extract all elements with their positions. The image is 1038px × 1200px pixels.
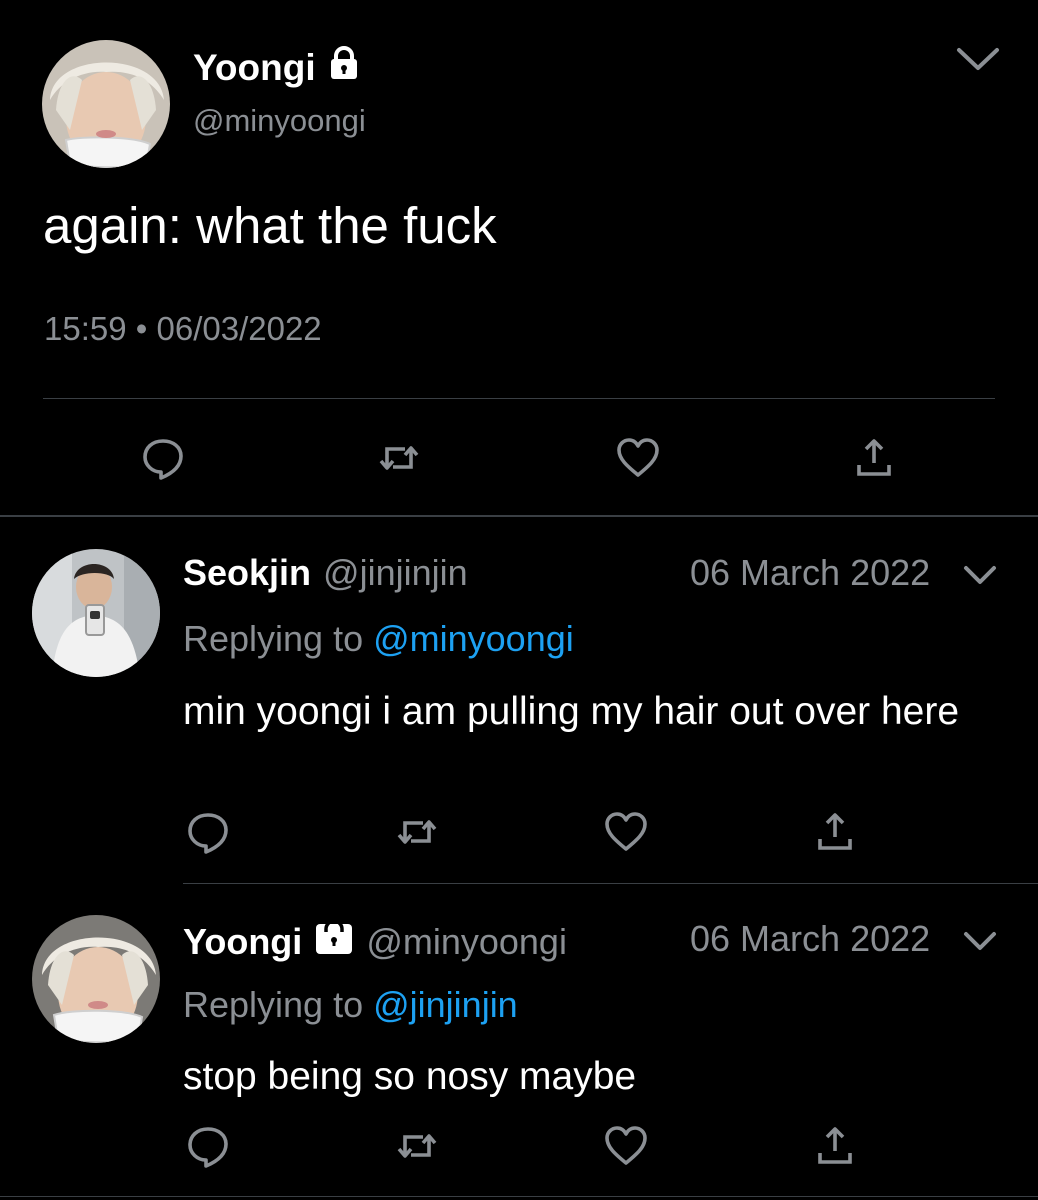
replying-to-prefix: Replying to bbox=[183, 618, 374, 659]
reply-date[interactable]: 06 March 2022 bbox=[690, 918, 930, 960]
reply-avatar[interactable] bbox=[32, 915, 160, 1043]
reply-button[interactable] bbox=[182, 806, 234, 858]
reply-avatar[interactable] bbox=[32, 549, 160, 677]
retweet-icon bbox=[379, 446, 419, 470]
meta-separator: • bbox=[135, 310, 148, 347]
retweet-icon bbox=[397, 1134, 437, 1158]
reply-author-name[interactable]: Yoongi bbox=[183, 921, 302, 963]
reply-icon bbox=[188, 813, 228, 854]
like-button[interactable] bbox=[600, 806, 652, 858]
reply-button[interactable] bbox=[182, 1120, 234, 1172]
retweet-button[interactable] bbox=[391, 806, 443, 858]
tweet-time: 15:59 bbox=[44, 310, 127, 347]
reply-button[interactable] bbox=[137, 432, 189, 484]
like-button[interactable] bbox=[600, 1120, 652, 1172]
share-icon bbox=[857, 439, 891, 476]
lock-icon bbox=[328, 46, 360, 89]
mention-link[interactable]: @jinjinjin bbox=[373, 984, 518, 1025]
mention-link[interactable]: @minyoongi bbox=[373, 618, 574, 659]
share-icon bbox=[818, 1127, 852, 1164]
like-icon bbox=[605, 812, 647, 851]
reply-icon bbox=[143, 439, 183, 480]
replying-to: Replying to @minyoongi bbox=[183, 618, 574, 660]
user-photo-icon bbox=[42, 40, 170, 168]
share-button[interactable] bbox=[809, 806, 861, 858]
lock-icon bbox=[314, 918, 354, 965]
share-button[interactable] bbox=[809, 1120, 861, 1172]
retweet-button[interactable] bbox=[391, 1120, 443, 1172]
like-icon bbox=[617, 438, 659, 477]
reply-author-name[interactable]: Seokjin bbox=[183, 552, 311, 594]
replying-to: Replying to @jinjinjin bbox=[183, 984, 518, 1026]
reply-text: stop being so nosy maybe bbox=[183, 1055, 637, 1098]
share-button[interactable] bbox=[848, 432, 900, 484]
reply-header: Seokjin @jinjinjin bbox=[183, 552, 468, 594]
reply-text: min yoongi i am pulling my hair out over… bbox=[183, 690, 960, 733]
reply-header: Yoongi @minyoongi bbox=[183, 918, 567, 965]
chevron-down-icon[interactable] bbox=[955, 40, 1001, 80]
divider bbox=[0, 1196, 1038, 1197]
main-author-handle[interactable]: @minyoongi bbox=[193, 103, 366, 139]
like-button[interactable] bbox=[612, 432, 664, 484]
tweet-timestamp[interactable]: 15:59 • 06/03/2022 bbox=[44, 310, 322, 348]
retweet-icon bbox=[397, 820, 437, 844]
divider bbox=[0, 515, 1038, 517]
reply-date[interactable]: 06 March 2022 bbox=[690, 552, 930, 594]
replying-to-prefix: Replying to bbox=[183, 984, 374, 1025]
divider bbox=[183, 883, 1038, 884]
chevron-down-icon[interactable] bbox=[962, 926, 998, 956]
like-icon bbox=[605, 1126, 647, 1165]
chevron-down-icon[interactable] bbox=[962, 560, 998, 590]
user-photo-icon bbox=[32, 915, 160, 1043]
share-icon bbox=[818, 813, 852, 850]
retweet-button[interactable] bbox=[373, 432, 425, 484]
reply-author-handle[interactable]: @jinjinjin bbox=[323, 552, 468, 594]
user-photo-icon bbox=[32, 549, 160, 677]
divider bbox=[43, 398, 995, 399]
tweet-date: 06/03/2022 bbox=[156, 310, 322, 347]
main-author-name[interactable]: Yoongi bbox=[193, 46, 360, 89]
reply-author-handle[interactable]: @minyoongi bbox=[366, 921, 567, 963]
tweet-text: again: what the fuck bbox=[43, 197, 497, 254]
main-avatar[interactable] bbox=[42, 40, 170, 168]
author-name-text: Yoongi bbox=[193, 46, 316, 88]
reply-icon bbox=[188, 1127, 228, 1168]
